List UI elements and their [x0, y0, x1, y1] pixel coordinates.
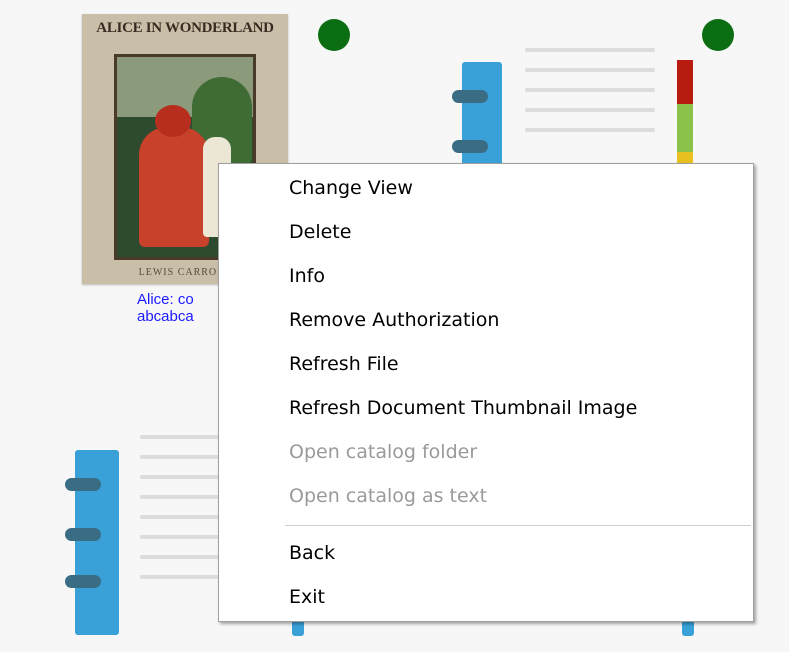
status-dot-icon	[702, 19, 734, 51]
document-binder-icon	[292, 620, 304, 636]
binder-ring-icon	[65, 478, 101, 491]
menu-item-change-view[interactable]: Change View	[289, 174, 413, 202]
menu-item-exit[interactable]: Exit	[289, 583, 325, 611]
menu-item-open-catalog-as-text: Open catalog as text	[289, 485, 488, 507]
cover-title: ALICE IN WONDERLAND	[96, 20, 274, 36]
context-menu: Change View Delete Info Remove Authoriza…	[218, 163, 754, 622]
book-caption-line2: abcabca	[137, 308, 194, 325]
status-dot-icon	[318, 19, 350, 51]
document-binder-icon[interactable]	[462, 62, 502, 172]
menu-item-open-catalog-folder: Open catalog folder	[289, 441, 478, 463]
menu-item-back[interactable]: Back	[289, 539, 335, 567]
document-lines	[525, 48, 655, 148]
menu-item-refresh-file[interactable]: Refresh File	[289, 350, 399, 378]
book-caption-line1: Alice: co	[137, 291, 194, 308]
binder-ring-icon	[65, 575, 101, 588]
book-caption[interactable]: Alice: co abcabca	[137, 291, 194, 325]
binder-ring-icon	[452, 90, 488, 103]
document-binder-icon	[682, 620, 694, 636]
menu-item-refresh-thumbnail[interactable]: Refresh Document Thumbnail Image	[289, 394, 637, 422]
document-lines	[140, 435, 220, 595]
menu-item-delete[interactable]: Delete	[289, 218, 351, 246]
menu-separator	[285, 525, 751, 526]
menu-item-info[interactable]: Info	[289, 262, 325, 290]
binder-ring-icon	[65, 528, 101, 541]
menu-item-remove-authorization[interactable]: Remove Authorization	[289, 306, 499, 334]
binder-ring-icon	[452, 140, 488, 153]
progress-meter-icon	[677, 60, 693, 170]
